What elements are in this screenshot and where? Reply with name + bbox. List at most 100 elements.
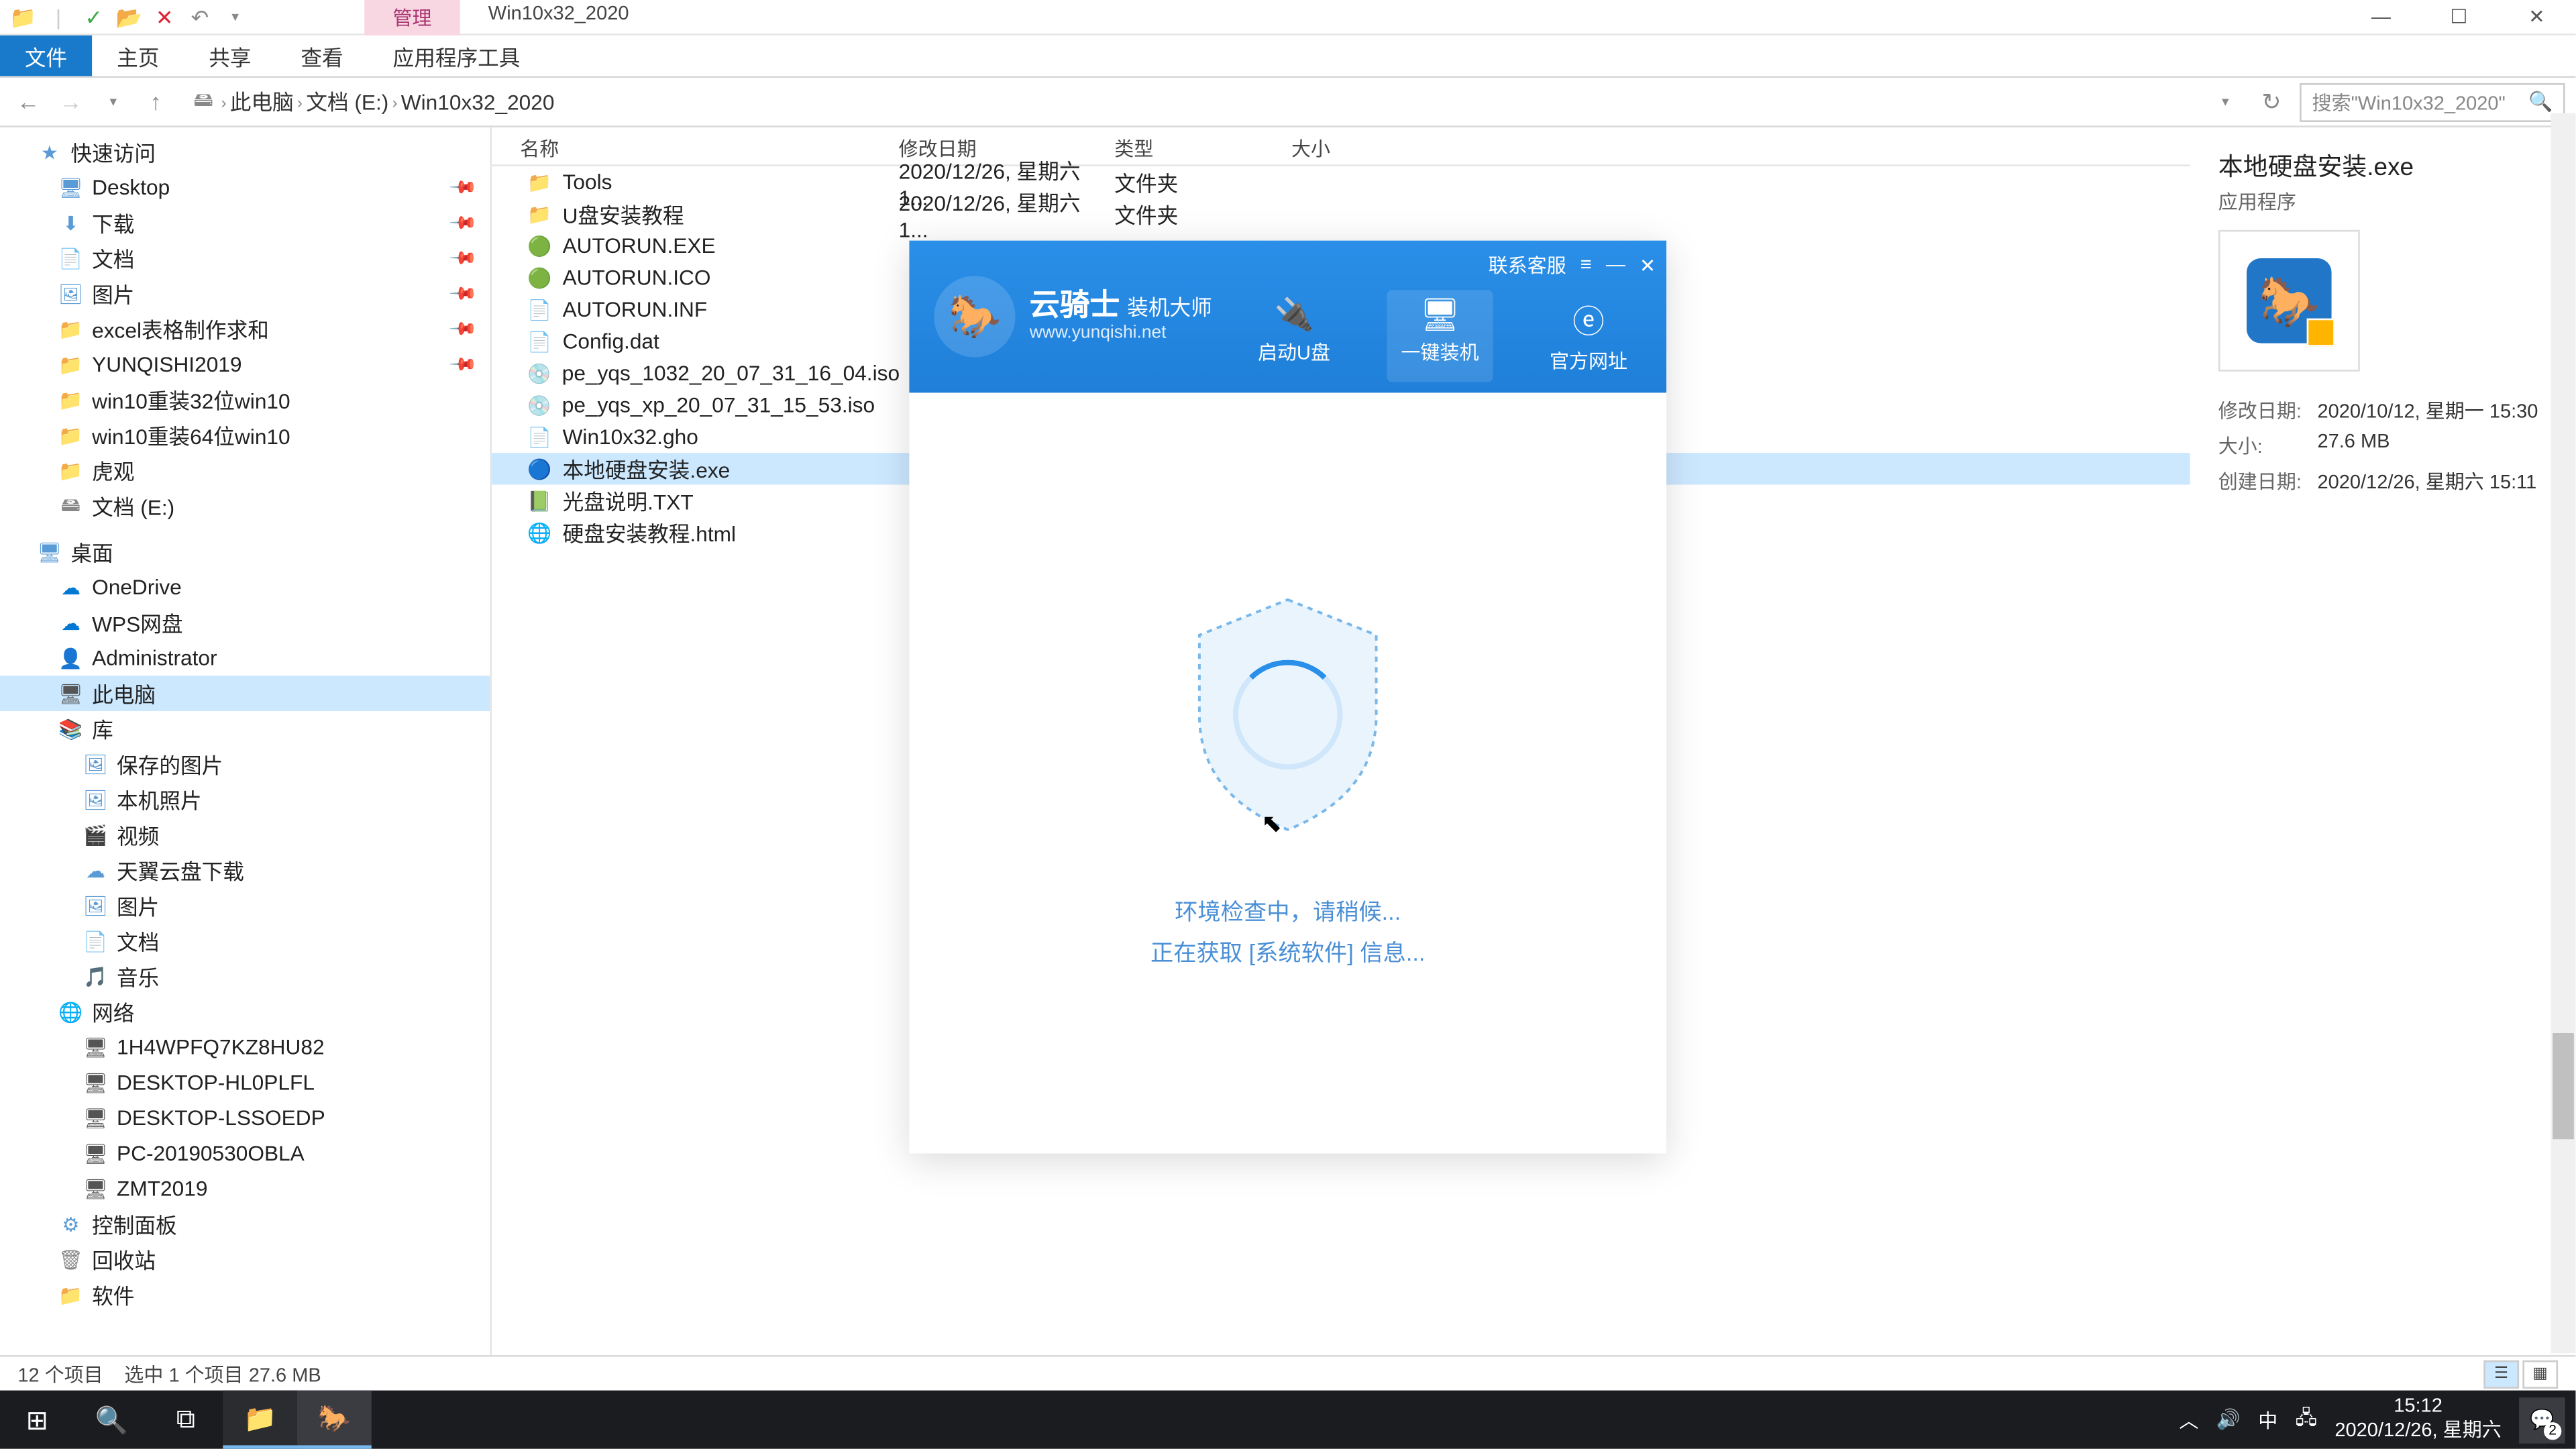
sidebar-recycle[interactable]: 🗑回收站	[0, 1242, 490, 1277]
col-size[interactable]: 大小	[1277, 127, 1419, 164]
sidebar-docdrive[interactable]: 🖴文档 (E:)	[0, 488, 490, 524]
shield-graphic	[1128, 572, 1447, 855]
sidebar-quick-access[interactable]: ★快速访问	[0, 134, 490, 170]
notification-button[interactable]: 💬2	[2519, 1397, 2565, 1443]
sidebar-docs[interactable]: 📄文档📌	[0, 241, 490, 276]
navigation-sidebar[interactable]: ★快速访问 🖥Desktop📌 ⬇下载📌 📄文档📌 🖼图片📌 📁excel表格制…	[0, 127, 492, 1355]
breadcrumb-pc[interactable]: 此电脑	[230, 87, 294, 117]
addr-dropdown[interactable]: ▾	[2208, 84, 2243, 119]
recent-dropdown[interactable]: ▾	[95, 84, 131, 119]
dialog-menu-button[interactable]: ≡	[1580, 255, 1592, 276]
sidebar-win64[interactable]: 📁win10重装64位win10	[0, 417, 490, 453]
ime-indicator[interactable]: 中	[2258, 1405, 2277, 1434]
forward-button[interactable]: →	[53, 84, 89, 119]
up-button[interactable]: ↑	[138, 84, 174, 119]
window-title: Win10x32_2020	[460, 0, 657, 34]
sidebar-admin[interactable]: 👤Administrator	[0, 641, 490, 676]
explorer-taskbar[interactable]: 📁	[223, 1391, 297, 1449]
folder-icon[interactable]: 📁	[7, 1, 39, 32]
sidebar-cpanel[interactable]: ⚙控制面板	[0, 1206, 490, 1242]
sidebar-net-pc[interactable]: 🖥DESKTOP-LSSOEDP	[0, 1100, 490, 1136]
sidebar-wps[interactable]: ☁WPS网盘	[0, 605, 490, 641]
clock[interactable]: 15:12 2020/12/26, 星期六	[2334, 1396, 2501, 1443]
home-tab[interactable]: 主页	[92, 36, 184, 76]
music-icon: 🎵	[81, 964, 109, 989]
manage-tab[interactable]: 管理	[364, 0, 460, 34]
sidebar-lib[interactable]: 📚库	[0, 711, 490, 747]
taskview-button[interactable]: ⧉	[149, 1391, 223, 1449]
sidebar-localpics[interactable]: 🖼本机照片	[0, 782, 490, 818]
installer-taskbar[interactable]: 🐎	[297, 1391, 372, 1449]
sidebar-tianyi[interactable]: ☁天翼云盘下载	[0, 853, 490, 888]
drive-icon: 🖴	[56, 494, 85, 519]
dialog-tab-install[interactable]: 🖥一键装机	[1387, 290, 1493, 382]
search-input[interactable]: 搜索"Win10x32_2020" 🔍	[2300, 83, 2565, 121]
details-view-button[interactable]: ☰	[2483, 1360, 2519, 1388]
scrollbar-thumb[interactable]	[2553, 1033, 2574, 1139]
chevron-icon[interactable]: ›	[392, 93, 398, 110]
tray-chevron-icon[interactable]: ︿	[2179, 1405, 2198, 1434]
sidebar-savedpics[interactable]: 🖼保存的图片	[0, 747, 490, 782]
sidebar-yun2019[interactable]: 📁YUNQISHI2019📌	[0, 347, 490, 382]
search-button[interactable]: 🔍	[74, 1391, 149, 1449]
sidebar-docs2[interactable]: 📄文档	[0, 924, 490, 959]
view-tab[interactable]: 查看	[276, 36, 368, 76]
back-button[interactable]: ←	[11, 84, 46, 119]
sidebar-onedrive[interactable]: ☁OneDrive	[0, 570, 490, 605]
breadcrumb-folder[interactable]: Win10x32_2020	[401, 89, 555, 114]
sidebar-downloads[interactable]: ⬇下载📌	[0, 205, 490, 241]
sidebar-net-pc[interactable]: 🖥DESKTOP-HL0PLFL	[0, 1065, 490, 1100]
sidebar-desktop[interactable]: 🖥Desktop📌	[0, 170, 490, 205]
undo-icon[interactable]: ↶	[184, 1, 215, 32]
dialog-tab-usb[interactable]: 🔌启动U盘	[1244, 290, 1344, 382]
vertical-scrollbar[interactable]	[2551, 113, 2576, 1354]
sidebar-pics[interactable]: 🖼图片📌	[0, 276, 490, 311]
sidebar-win32[interactable]: 📁win10重装32位win10	[0, 382, 490, 418]
apptools-tab[interactable]: 应用程序工具	[368, 36, 545, 76]
maximize-button[interactable]: ☐	[2420, 0, 2498, 34]
share-tab[interactable]: 共享	[184, 36, 276, 76]
dialog-close-button[interactable]: ✕	[1640, 254, 1656, 276]
sidebar-excel[interactable]: 📁excel表格制作求和📌	[0, 311, 490, 347]
download-icon: ⬇	[56, 211, 85, 235]
volume-icon[interactable]: 🔊	[2216, 1408, 2241, 1431]
sidebar-thispc[interactable]: 🖥此电脑	[0, 676, 490, 711]
file-tab[interactable]: 文件	[0, 36, 92, 76]
sidebar-desktop2[interactable]: 🖥桌面	[0, 534, 490, 570]
icons-view-button[interactable]: ▦	[2522, 1360, 2558, 1388]
sidebar-software[interactable]: 📁软件	[0, 1277, 490, 1313]
delete-icon[interactable]: ✕	[149, 1, 180, 32]
search-icon[interactable]: 🔍	[2528, 90, 2553, 113]
pc-icon: 🖥	[81, 1177, 109, 1201]
sidebar-pics2[interactable]: 🖼图片	[0, 888, 490, 924]
status-line-2: 正在获取 [系统软件] 信息...	[1150, 932, 1426, 974]
sidebar-video[interactable]: 🎬视频	[0, 817, 490, 853]
col-type[interactable]: 类型	[1100, 127, 1277, 164]
dialog-topbar: 联系客服 ≡ — ✕	[1489, 251, 1656, 279]
network-icon[interactable]: 🖧	[2296, 1403, 2317, 1436]
close-button[interactable]: ✕	[2498, 0, 2575, 34]
chevron-icon[interactable]: ›	[221, 93, 227, 110]
open-icon[interactable]: 📂	[113, 1, 145, 32]
dialog-header[interactable]: 联系客服 ≡ — ✕ 🐎 云骑士 装机大师 www.yunqishi.net 🔌…	[909, 241, 1666, 393]
sidebar-network[interactable]: 🌐网络	[0, 994, 490, 1030]
sidebar-net-pc[interactable]: 🖥1H4WPFQ7KZ8HU82	[0, 1030, 490, 1065]
sidebar-music[interactable]: 🎵音乐	[0, 959, 490, 994]
pc-icon: 🖥	[81, 1106, 109, 1130]
file-row[interactable]: 📁U盘安装教程2020/12/26, 星期六 1...文件夹	[492, 198, 2190, 229]
breadcrumb-drive[interactable]: 文档 (E:)	[306, 87, 388, 117]
minimize-button[interactable]: —	[2342, 0, 2420, 34]
dialog-minimize-button[interactable]: —	[1606, 255, 1625, 276]
contact-link[interactable]: 联系客服	[1489, 251, 1566, 279]
sidebar-net-pc[interactable]: 🖥ZMT2019	[0, 1171, 490, 1207]
check-icon[interactable]: ✓	[78, 1, 109, 32]
refresh-button[interactable]: ↻	[2254, 84, 2290, 119]
sidebar-huguan[interactable]: 📁虎观	[0, 453, 490, 488]
dropdown-icon[interactable]: ▾	[219, 1, 251, 32]
chevron-icon[interactable]: ›	[297, 93, 303, 110]
start-button[interactable]: ⊞	[0, 1391, 74, 1449]
dialog-tab-website[interactable]: ⓔ官方网址	[1536, 290, 1642, 382]
breadcrumb[interactable]: 🖴 › 此电脑 › 文档 (E:) › Win10x32_2020	[180, 85, 2200, 119]
col-name[interactable]: 名称	[492, 127, 884, 164]
sidebar-net-pc[interactable]: 🖥PC-20190530OBLA	[0, 1136, 490, 1171]
